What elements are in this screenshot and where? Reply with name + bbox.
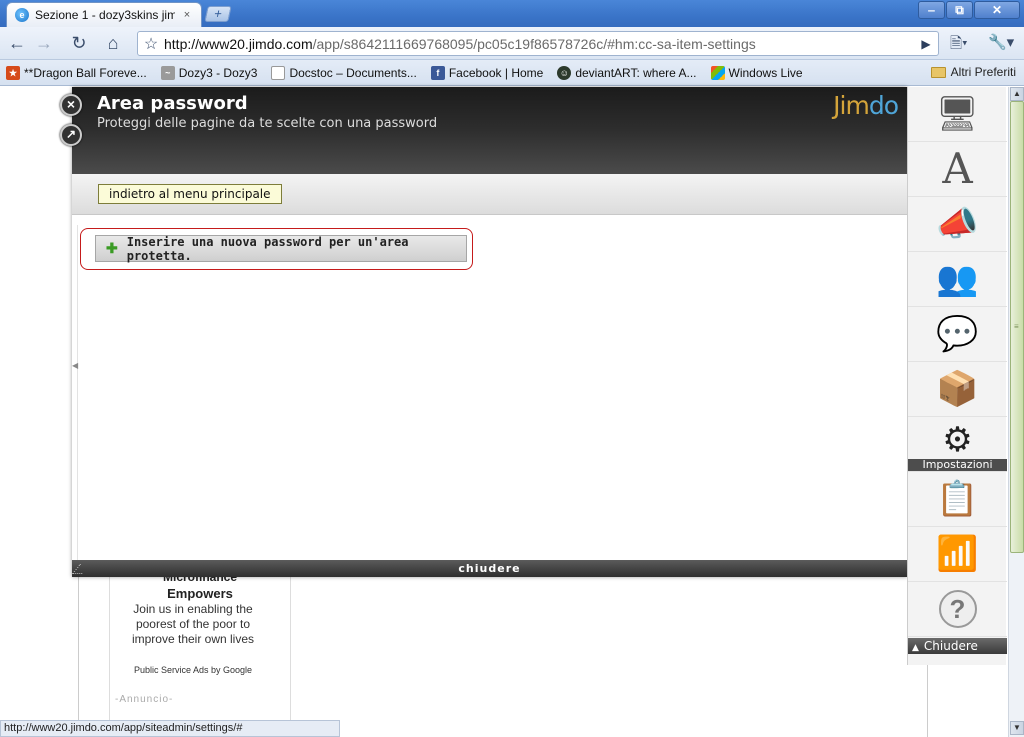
- jimdo-right-menu: 🖥 A 📣 👥 💬 📦 ⚙ Impostazioni 📋 📶 ? ▲ Chiuder…: [907, 87, 1007, 665]
- back-arrow-icon[interactable]: ←: [4, 31, 30, 57]
- menu-item-upgrade[interactable]: 📦: [908, 362, 1007, 417]
- resize-grip-icon[interactable]: [71, 564, 91, 574]
- other-bookmarks[interactable]: Altri Preferiti: [930, 65, 1016, 79]
- home-icon[interactable]: ⌂: [100, 31, 126, 57]
- bookmark-facebook[interactable]: f Facebook | Home: [430, 65, 543, 80]
- panel-header: Area password Proteggi delle pagine da t…: [72, 87, 907, 174]
- menu-item-users[interactable]: 👥: [908, 252, 1007, 307]
- vertical-scrollbar[interactable]: ▲ ≡ ▼: [1008, 87, 1024, 737]
- clipboard-check-icon: 📋: [936, 480, 979, 518]
- bookmark-deviantart[interactable]: ☺ deviantART: where A...: [557, 65, 697, 80]
- menu-item-stats[interactable]: 📶: [908, 527, 1007, 582]
- document-icon: [271, 65, 286, 80]
- address-bar[interactable]: ☆ http://www20.jimdo.com/app/s8642111669…: [137, 31, 939, 56]
- page-menu-icon[interactable]: 🗎▾: [950, 33, 968, 58]
- new-tab-button[interactable]: +: [204, 6, 232, 22]
- users-add-icon: 👥: [936, 260, 979, 298]
- panel-title: Area password: [97, 93, 248, 114]
- tab-close-icon[interactable]: ×: [181, 9, 193, 21]
- minimize-button[interactable]: ‒: [918, 1, 945, 19]
- megaphone-icon: 📣: [936, 205, 979, 243]
- expand-panel-icon[interactable]: ↗: [60, 124, 82, 146]
- ad-annuncio: -Annuncio-: [115, 694, 174, 705]
- menu-item-promote[interactable]: 📣: [908, 197, 1007, 252]
- add-password-label: Inserire una nuova password per un'area …: [126, 234, 409, 263]
- collapse-arrow-icon: ◀: [72, 361, 79, 370]
- reload-icon[interactable]: ↻: [66, 31, 92, 57]
- plus-icon: ✚: [106, 240, 118, 256]
- wrench-menu-icon[interactable]: 🔧▾: [988, 33, 1014, 51]
- dozy3-icon: ~: [160, 65, 175, 80]
- url-text[interactable]: http://www20.jimdo.com/app/s864211166976…: [164, 36, 914, 52]
- deviantart-icon: ☺: [557, 65, 572, 80]
- bar-stats-icon: 📶: [936, 535, 979, 573]
- font-style-icon: A: [942, 144, 973, 193]
- close-footer-label: chiudere: [458, 562, 521, 575]
- bookmark-windows-live[interactable]: Windows Live: [710, 65, 803, 80]
- menu-item-checklist[interactable]: 📋: [908, 472, 1007, 527]
- folder-icon: [930, 66, 946, 78]
- forward-arrow-icon[interactable]: →: [31, 31, 57, 57]
- panel-footer[interactable]: chiudere: [71, 560, 907, 577]
- status-bar: http://www20.jimdo.com/app/siteadmin/set…: [0, 720, 340, 737]
- menu-item-style[interactable]: A: [908, 142, 1007, 197]
- tab-title: Sezione 1 - dozy3skins jimd...: [35, 8, 175, 22]
- scroll-down-icon[interactable]: ▼: [1010, 721, 1024, 735]
- close-panel-icon[interactable]: ×: [60, 94, 82, 116]
- add-password-highlight: ✚ Inserire una nuova password per un'are…: [80, 228, 473, 270]
- add-password-area-button[interactable]: ✚ Inserire una nuova password per un'are…: [95, 234, 467, 263]
- dragonball-icon: ★: [6, 65, 20, 80]
- ad-body: Join us in enabling the poorest of the p…: [131, 602, 255, 646]
- chat-bubbles-icon: 💬: [936, 315, 979, 353]
- monitor-icon: 🖥: [935, 95, 980, 133]
- back-to-main-menu-button[interactable]: indietro al menu principale: [98, 184, 282, 204]
- browser-tab[interactable]: e Sezione 1 - dozy3skins jimd... ×: [6, 2, 202, 27]
- bookmark-dozy3[interactable]: ~ Dozy3 - Dozy3: [160, 65, 257, 80]
- settings-label: Impostazioni: [908, 459, 1007, 471]
- browser-toolbar: ← → ↻ ⌂ ☆ http://www20.jimdo.com/app/s86…: [0, 27, 1024, 60]
- bookmarks-bar: ★ **Dragon Ball Foreve... ~ Dozy3 - Dozy3 …: [0, 60, 1024, 86]
- grip-icon: ≡: [1014, 322, 1019, 331]
- up-arrow-icon: ▲: [912, 643, 919, 653]
- ad-line2: Empowers: [167, 586, 233, 601]
- go-arrow-icon[interactable]: ▶: [914, 37, 938, 51]
- google-ad[interactable]: Microfinance Empowers Join us in enablin…: [109, 560, 291, 737]
- panel-subtitle: Proteggi delle pagine da te scelte con u…: [97, 116, 438, 131]
- restore-button[interactable]: ⧉: [946, 1, 973, 19]
- ad-by-google[interactable]: Public Service Ads by Google: [118, 664, 268, 676]
- scroll-up-icon[interactable]: ▲: [1010, 87, 1024, 101]
- bookmark-docstoc[interactable]: Docstoc – Documents...: [271, 65, 417, 80]
- windows-icon: [710, 65, 725, 80]
- help-icon: ?: [938, 590, 977, 628]
- browser-window: { "browser": { "tab_title": "Sezione 1 -…: [0, 0, 1024, 737]
- menu-item-settings[interactable]: ⚙ Impostazioni: [908, 417, 1007, 472]
- menu-item-help[interactable]: ?: [908, 582, 1007, 637]
- gear-icon: ⚙: [942, 421, 973, 459]
- facebook-icon: f: [430, 65, 445, 80]
- chrome-favicon-icon: e: [15, 8, 29, 22]
- bookmark-star-icon[interactable]: ☆: [138, 34, 164, 54]
- panel-toolbar: indietro al menu principale: [72, 174, 907, 215]
- bookmark-dragonball[interactable]: ★ **Dragon Ball Foreve...: [6, 65, 147, 80]
- password-area-panel: Area password Proteggi delle pagine da t…: [71, 87, 907, 577]
- title-bar: e Sezione 1 - dozy3skins jimd... × + ‒ ⧉…: [0, 0, 1024, 27]
- jimdo-logo: Jimdo: [833, 91, 899, 120]
- right-menu-close-button[interactable]: ▲ Chiudere: [908, 638, 1007, 654]
- box-icon: 📦: [936, 370, 979, 408]
- menu-item-layout[interactable]: 🖥: [908, 87, 1007, 142]
- window-close-button[interactable]: ✕: [974, 1, 1020, 19]
- panel-side-grip[interactable]: ◀: [72, 225, 78, 560]
- menu-item-comments[interactable]: 💬: [908, 307, 1007, 362]
- scroll-thumb[interactable]: ≡: [1010, 101, 1024, 553]
